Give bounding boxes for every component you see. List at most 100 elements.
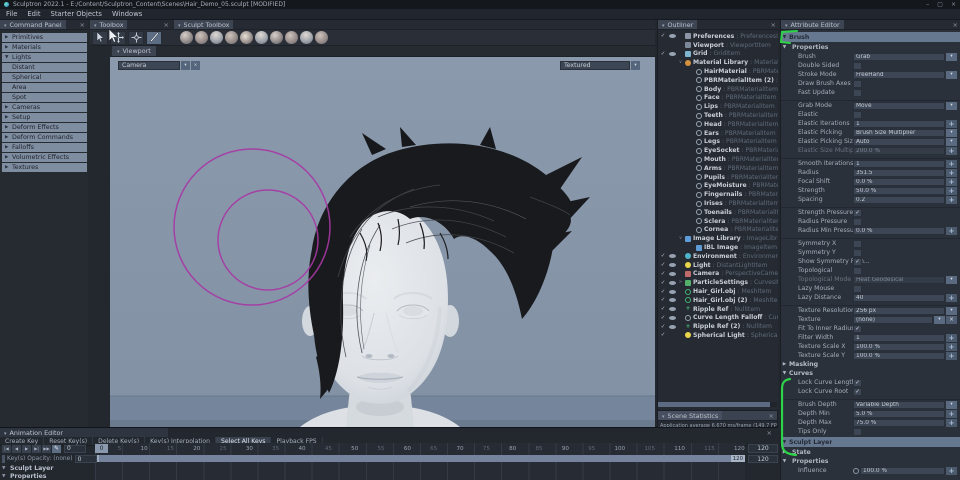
keys-opacity-field[interactable]: 0: [75, 455, 97, 463]
viewport-3d[interactable]: [110, 57, 655, 427]
drag-handle-icon[interactable]: [946, 410, 957, 418]
close-panel-icon[interactable]: ×: [766, 412, 777, 420]
value-field[interactable]: 100.0 %: [853, 343, 945, 351]
outliner-row[interactable]: ✓ + Ripple Ref (2) NullItem: [658, 322, 778, 331]
outliner-row[interactable]: Body PBRMaterialItem: [658, 85, 778, 94]
outliner-row[interactable]: ∨ Material Library MaterialLibraryItem: [658, 58, 778, 67]
checkbox[interactable]: [853, 428, 862, 436]
dropdown-button[interactable]: [934, 316, 945, 324]
section-arrow-icon[interactable]: ▶: [781, 362, 788, 367]
drag-handle-icon[interactable]: [946, 467, 957, 475]
command-panel-item[interactable]: ▶ Falloffs: [2, 143, 87, 152]
command-panel-item[interactable]: ▶ Volumetric Effects: [2, 153, 87, 162]
outliner-row[interactable]: Fingernails PBRMaterialItem: [658, 190, 778, 199]
visibility-check-icon[interactable]: ✓: [660, 253, 666, 259]
drag-handle-icon[interactable]: [946, 196, 957, 204]
toolbox-tab[interactable]: Toolbox: [90, 20, 127, 29]
scene-statistics-tab[interactable]: Scene Statistics: [658, 411, 722, 420]
visibility-check-icon[interactable]: ✓: [660, 324, 666, 330]
minimize-button[interactable]: –: [926, 1, 929, 8]
attribute-row[interactable]: Lazy Mouse: [781, 284, 960, 293]
eye-icon[interactable]: [668, 34, 676, 38]
value-field[interactable]: 100.0 %: [860, 467, 945, 475]
animation-tree-row[interactable]: ▼ Sculpt Layer: [2, 464, 53, 472]
command-panel-item[interactable]: ▼ Lights: [2, 53, 87, 62]
attribute-row[interactable]: Brush Depth Variable Depth Variable Dept…: [781, 400, 960, 409]
attribute-row[interactable]: Symmetry Y: [781, 248, 960, 257]
sculpt-brush-10[interactable]: [315, 31, 328, 44]
attribute-row[interactable]: ▼ Properties: [781, 43, 960, 52]
menu-item[interactable]: File: [6, 10, 17, 18]
dropdown-button[interactable]: [946, 307, 957, 315]
attribute-row[interactable]: Texture Scale X 100.0 % 100.0 %: [781, 342, 960, 351]
command-panel-item[interactable]: Distant: [2, 63, 87, 72]
current-frame-field[interactable]: 0: [64, 445, 86, 453]
filter-icon[interactable]: ▾: [181, 61, 190, 70]
value-field[interactable]: Variable Depth: [853, 401, 945, 409]
value-field[interactable]: 40: [853, 294, 945, 302]
outliner-row[interactable]: HairMaterial PBRMaterialItem: [658, 67, 778, 76]
checkbox[interactable]: [853, 111, 862, 119]
sculpt-brush-9[interactable]: [300, 31, 313, 44]
attribute-row[interactable]: Filter Width 1 1: [781, 333, 960, 342]
close-panel-icon[interactable]: ×: [767, 429, 778, 437]
outliner-row[interactable]: Pupils PBRMaterialItem: [658, 173, 778, 182]
attribute-editor-tab[interactable]: Attribute Editor: [781, 20, 844, 29]
range-end-handle[interactable]: 120: [731, 455, 745, 462]
checkbox[interactable]: [853, 267, 862, 275]
clear-icon[interactable]: ×: [191, 61, 200, 70]
menu-item[interactable]: Edit: [27, 10, 40, 18]
outliner-row[interactable]: ✓ > ParticleSettings CurvesItem: [658, 278, 778, 287]
go-to-start-button[interactable]: |◀: [2, 445, 11, 453]
drag-handle-icon[interactable]: [946, 419, 957, 427]
outliner-row[interactable]: ✓ Grid GridItem: [658, 50, 778, 59]
outliner-row[interactable]: ✓ Light DistantLightItem: [658, 261, 778, 270]
attribute-row[interactable]: ▼ Curves: [781, 369, 960, 378]
drag-handle-icon[interactable]: [946, 343, 957, 351]
sculpt-brush-4[interactable]: [225, 31, 238, 44]
sculpt-brush-6[interactable]: [255, 31, 268, 44]
attribute-row[interactable]: Lock Curve Length ✓ ✓: [781, 378, 960, 387]
camera-select[interactable]: Camera: [118, 61, 180, 70]
drag-handle-icon[interactable]: [946, 120, 957, 128]
checkbox[interactable]: [853, 285, 862, 293]
command-panel-item[interactable]: ▶ Deform Effects: [2, 123, 87, 132]
outliner-row[interactable]: Irises PBRMaterialItem: [658, 199, 778, 208]
attribute-row[interactable]: Elastic: [781, 110, 960, 119]
playback-range-slider[interactable]: 120: [95, 455, 745, 462]
attribute-row[interactable]: ▼ Properties: [781, 457, 960, 466]
value-field[interactable]: 5.0 %: [853, 410, 945, 418]
expand-arrow-icon[interactable]: ▼: [2, 466, 7, 471]
checkbox[interactable]: ✓: [853, 258, 862, 266]
attribute-row[interactable]: ▶ State: [781, 448, 960, 457]
outliner-row[interactable]: ✓ Hair_Girl.obj MeshItem: [658, 287, 778, 296]
attribute-row[interactable]: Texture (none) (none): [781, 315, 960, 324]
outliner-row[interactable]: Head PBRMaterialItem: [658, 120, 778, 129]
eye-icon[interactable]: [668, 325, 676, 329]
attribute-row[interactable]: Fast Update: [781, 88, 960, 97]
viewport-tab[interactable]: Viewport: [112, 46, 156, 56]
eye-icon[interactable]: [668, 281, 676, 285]
outliner-row[interactable]: ✓ Hair_Girl.obj (2) MeshItem: [658, 296, 778, 305]
drag-handle-icon[interactable]: [946, 334, 957, 342]
outliner-row[interactable]: PBRMaterialItem (2) PBRMaterialItem: [658, 76, 778, 85]
key-dot-icon[interactable]: [853, 468, 859, 474]
attribute-row[interactable]: Lazy Distance 40 40: [781, 293, 960, 302]
section-arrow-icon[interactable]: ▼: [781, 440, 788, 445]
outliner-row[interactable]: ✓ Spherical Light SphericalLightItem: [658, 331, 778, 340]
outliner-row[interactable]: Lips PBRMaterialItem: [658, 102, 778, 111]
play-button[interactable]: ▶: [22, 445, 31, 453]
timeline-ruler[interactable]: 0510152025303540455055606570758085909510…: [95, 444, 745, 453]
dropdown-button[interactable]: [946, 71, 957, 79]
value-field[interactable]: 0.0 %: [853, 178, 945, 186]
shading-select[interactable]: Textured: [560, 61, 630, 70]
close-button[interactable]: ×: [951, 1, 956, 8]
attribute-row[interactable]: ▶ Masking: [781, 360, 960, 369]
checkbox[interactable]: [853, 240, 862, 248]
outliner-row[interactable]: Legs PBRMaterialItem: [658, 138, 778, 147]
sculpt-brush-3[interactable]: [210, 31, 223, 44]
sculpt-brush-1[interactable]: [180, 31, 193, 44]
expand-arrow-icon[interactable]: >: [678, 280, 683, 285]
attribute-row[interactable]: Symmetry X: [781, 239, 960, 248]
section-arrow-icon[interactable]: ▶: [781, 450, 788, 455]
